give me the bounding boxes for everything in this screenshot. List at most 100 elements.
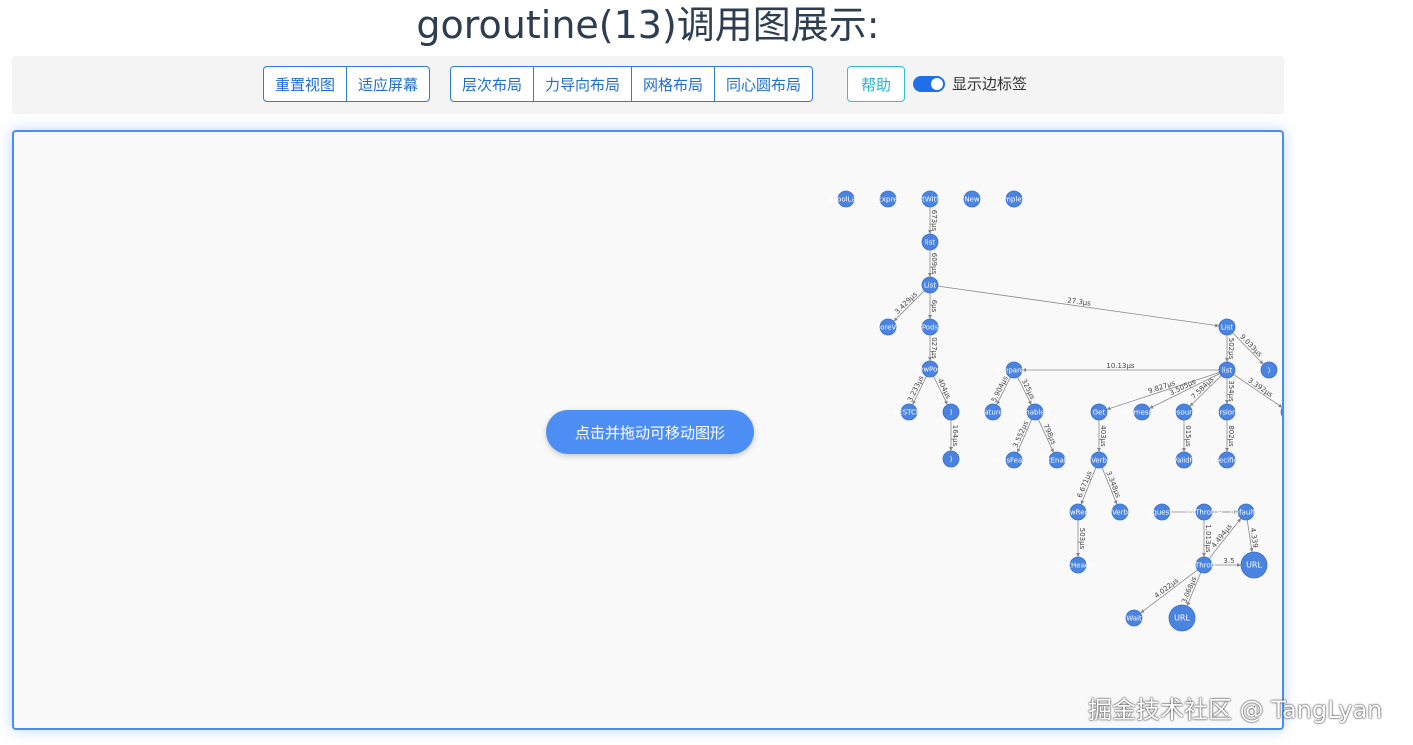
- graph-node-label: SetHeader: [1060, 562, 1097, 570]
- edge-label: 798μs: [1042, 423, 1058, 446]
- graph-node[interactable]: ): [942, 450, 960, 468]
- edge-label: 6μs: [930, 300, 938, 313]
- graph-node[interactable]: newPods: [915, 360, 946, 378]
- grid-layout-button[interactable]: 网格布局: [632, 66, 716, 102]
- graph-node-label: Get: [1093, 409, 1106, 417]
- graph-node-label: NewReq...: [1060, 509, 1095, 517]
- graph-edge: [1233, 374, 1282, 408]
- graph-node-label: New: [964, 196, 980, 204]
- graph-node[interactable]: isExpre...: [872, 190, 904, 208]
- edge-label: 3.392μs: [1246, 376, 1274, 399]
- concentric-layout-button[interactable]: 同心圆布局: [715, 66, 814, 102]
- graph-node[interactable]: list: [921, 233, 939, 251]
- graph-node[interactable]: Version...: [1211, 403, 1243, 421]
- reset-view-button[interactable]: 重置视图: [263, 66, 348, 102]
- drag-hint-badge: 点击并拖动可移动图形: [546, 410, 754, 454]
- graph-node[interactable]: Feature...: [976, 403, 1010, 421]
- edge-label: 673μs: [930, 210, 938, 232]
- graph-edge: [937, 285, 1220, 328]
- graph-node-label: isExpre...: [872, 196, 904, 204]
- graph-node-label: Specific...: [1210, 457, 1244, 465]
- edge-label: 4.494μs: [1210, 522, 1234, 549]
- graph-node[interactable]: wasFeat...: [996, 451, 1032, 469]
- graph-node[interactable]: tryThrottle: [1185, 503, 1223, 521]
- edge-label: 802μs: [1227, 425, 1235, 447]
- graph-node[interactable]: request...: [1145, 503, 1179, 521]
- graph-node-label: isValidR...: [1167, 457, 1201, 465]
- edge-label: 325μs: [1020, 378, 1037, 401]
- edge-label-toggle[interactable]: [913, 76, 945, 92]
- graph-node-label: Verb: [1091, 457, 1107, 465]
- graph-node[interactable]: getEnab...: [1039, 451, 1075, 469]
- graph-node-label: URL: [1246, 561, 1262, 570]
- edge-label: 3.5: [1223, 557, 1234, 565]
- graph-node[interactable]: Simplef...: [998, 190, 1031, 208]
- graph-node[interactable]: SetHeader: [1060, 556, 1097, 574]
- hierarchical-layout-button[interactable]: 层次布局: [450, 66, 535, 102]
- graph-node-label: Resource: [1168, 409, 1200, 417]
- graph-node[interactable]: List: [921, 276, 939, 294]
- graph-node-label: ): [950, 409, 953, 417]
- graph-node-label: ): [1268, 367, 1271, 375]
- graph-node[interactable]: Wait: [1125, 609, 1143, 627]
- edge-label: 502μs: [1227, 338, 1235, 360]
- graph-node[interactable]: isCoolLat...: [827, 190, 866, 208]
- graph-node-label: wasFeat...: [996, 457, 1031, 465]
- graph-node-label: Namesp...: [1124, 409, 1159, 417]
- edge-label: 9.033μs: [1238, 333, 1264, 359]
- graph-node-label: list: [1222, 367, 1233, 375]
- graph-node[interactable]: Namesp...: [1124, 403, 1160, 421]
- force-layout-button[interactable]: 力导向布局: [534, 66, 633, 102]
- graph-node-label: isCoolLat...: [827, 196, 866, 204]
- help-button[interactable]: 帮助: [847, 66, 905, 102]
- graph-node-label: newPods: [915, 366, 946, 374]
- edge-label: 6.671μs: [1076, 470, 1094, 499]
- fit-screen-button[interactable]: 适应屏幕: [347, 66, 431, 102]
- graph-node-label: Feature...: [976, 409, 1009, 417]
- graph-node-label: ListWith...: [913, 196, 948, 204]
- graph-node-label: tryThrott...: [1185, 562, 1223, 570]
- graph-node[interactable]: Pods: [921, 318, 939, 336]
- view-button-group: 重置视图 适应屏幕: [263, 66, 431, 102]
- graph-node[interactable]: Verb: [1090, 451, 1107, 469]
- edge-label-toggle-label: 显示边标签: [952, 75, 1028, 93]
- graph-node[interactable]: Get: [1090, 403, 1108, 421]
- graph-node[interactable]: ListWith...: [913, 190, 948, 208]
- graph-node-label: RESTCl...: [893, 409, 924, 417]
- watermark: 掘金技术社区 @ TangLyan: [1088, 696, 1383, 724]
- edge-label: 4.022μs: [1153, 576, 1181, 600]
- graph-node[interactable]: list: [1218, 361, 1236, 379]
- graph-node-label: CoreV1: [875, 324, 900, 332]
- graph-node-label: Simplef...: [998, 196, 1031, 204]
- edge-label: 3.068μs: [1180, 575, 1198, 604]
- graph-node[interactable]: tryThrott...: [1185, 556, 1223, 574]
- graph-node-label: getEnab...: [1039, 457, 1075, 465]
- edge-label: 404μs: [936, 377, 953, 400]
- graph-node[interactable]: Resource: [1168, 403, 1200, 421]
- graph-node[interactable]: Enabled: [1021, 403, 1049, 421]
- graph-node[interactable]: NewReq...: [1060, 503, 1096, 521]
- graph-canvas[interactable]: 673μs 609μs 3.429μs 6μs 27.3μs 027μs 3.233μs 40…: [12, 130, 1284, 730]
- graph-node-label: tryThrottle: [1185, 509, 1222, 517]
- graph-node[interactable]: RESTCl...: [893, 403, 925, 421]
- graph-node[interactable]: List: [1218, 318, 1236, 336]
- graph-node-label: list: [925, 239, 936, 247]
- graph-node-label: List: [924, 282, 936, 290]
- graph-node[interactable]: default...: [1230, 503, 1262, 521]
- graph-node-label: ): [950, 456, 953, 464]
- graph-node[interactable]: Verb: [1111, 503, 1128, 521]
- graph-node[interactable]: CoreV1: [875, 318, 901, 336]
- graph-node-label: Pods: [922, 324, 939, 332]
- layout-button-group: 层次布局 力导向布局 网格布局 同心圆布局: [450, 66, 814, 102]
- edge-label: 503μs: [1078, 528, 1086, 550]
- graph-node-label: Prepare...: [997, 367, 1031, 375]
- graph-node[interactable]: isValidR...: [1167, 451, 1201, 469]
- graph-node[interactable]: New: [963, 190, 981, 208]
- graph-node[interactable]: URL: [1168, 604, 1196, 632]
- graph-node[interactable]: URL: [1240, 551, 1268, 579]
- graph-node-label: Enabled: [1021, 409, 1049, 417]
- graph-node-label: Wait: [1126, 615, 1142, 623]
- graph-node[interactable]: ): [942, 403, 960, 421]
- graph-node[interactable]: ): [1260, 361, 1278, 379]
- graph-node[interactable]: Specific...: [1210, 451, 1244, 469]
